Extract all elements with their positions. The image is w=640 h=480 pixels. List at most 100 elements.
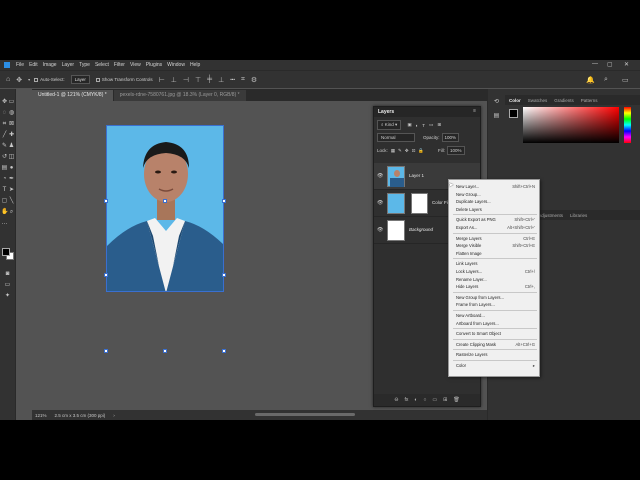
show-transform-checkbox[interactable] [95,77,100,82]
zoom-tool-icon[interactable]: ⌕ [8,209,15,216]
transform-handle[interactable] [163,349,167,353]
eye-icon[interactable]: 👁 [377,200,383,206]
quick-select-tool-icon[interactable]: ◍ [8,110,15,117]
menu-view[interactable]: View [130,62,141,68]
search-icon[interactable]: ⌕ [604,76,608,84]
context-menu-item[interactable]: Merge Visible Shift+Ctrl+E [449,242,541,249]
quick-mask-icon[interactable]: ◙ [4,271,11,278]
context-menu-item[interactable]: Flatten Image [449,250,541,257]
blur-tool-icon[interactable]: ● [8,165,15,172]
layer-name[interactable]: Color Fi [432,200,448,205]
generative-icon[interactable]: ✦ [4,293,11,300]
filter-shape-icon[interactable]: ▭ [429,122,433,128]
lock-all-icon[interactable]: 🔒 [418,148,424,154]
transform-handle[interactable] [104,349,108,353]
tab-swatches[interactable]: Swatches [528,98,548,103]
context-menu-item[interactable]: Delete Layers [449,206,541,213]
chevron-down-icon[interactable]: ▾ [28,77,30,82]
lock-artboard-icon[interactable]: ⊡ [412,148,416,154]
lock-position-icon[interactable]: ✥ [405,148,409,154]
screen-mode-icon[interactable]: ▭ [4,282,11,289]
transform-handle[interactable] [104,199,108,203]
stamp-tool-icon[interactable]: ♟ [8,143,15,150]
context-menu-item[interactable]: Artboard from Layers... [449,320,541,327]
align-middle-icon[interactable]: ╪ [207,76,212,83]
context-menu-item[interactable]: Convert to Smart Object [449,330,541,337]
document-canvas-photo[interactable] [106,125,224,292]
transform-handle[interactable] [222,349,226,353]
type-tool-icon[interactable]: T [1,187,8,194]
menu-image[interactable]: Image [43,62,57,68]
3d-mode-icon[interactable]: ⌗ [241,76,245,84]
move-tool-icon[interactable]: ✥ [1,99,8,106]
comments-icon[interactable]: ▤ [493,113,500,120]
color-picker-field[interactable] [523,107,619,143]
context-menu-item[interactable]: Quick Export as PNG Shift+Ctrl+' [449,216,541,223]
new-layer-icon[interactable]: ⊞ [443,397,447,403]
transform-handle[interactable] [104,273,108,277]
context-menu-item[interactable]: Create Clipping Mask Alt+Ctrl+G [449,341,541,348]
frame-tool-icon[interactable]: ⊠ [8,121,15,128]
auto-select-dropdown[interactable]: Layer [70,75,90,84]
menu-layer[interactable]: Layer [62,62,75,68]
new-group-icon[interactable]: ▭ [432,397,437,403]
ps-logo-icon[interactable] [4,62,10,68]
context-menu-item[interactable]: New Group... [449,191,541,198]
path-select-tool-icon[interactable]: ➤ [8,187,15,194]
align-right-icon[interactable]: ⊣ [183,76,189,84]
menu-filter[interactable]: Filter [114,62,125,68]
align-top-icon[interactable]: ⊤ [195,76,201,84]
hue-slider[interactable] [624,107,631,143]
healing-brush-tool-icon[interactable]: ✚ [8,132,15,139]
zoom-level[interactable]: 121% [35,413,47,418]
horizontal-scrollbar[interactable] [255,413,355,416]
maximize-button[interactable]: ▢ [607,61,613,68]
workspace-icon[interactable]: ▭ [622,76,629,84]
context-menu-item[interactable]: Export As... Alt+Shift+Ctrl+' [449,224,541,231]
layers-panel-title[interactable]: Layers [378,109,394,115]
gradient-tool-icon[interactable]: ▤ [1,165,8,172]
eyedropper-tool-icon[interactable]: ╱ [1,132,8,139]
filter-smart-icon[interactable]: ⊞ [437,122,441,128]
notification-icon[interactable]: 🔔 [586,76,595,84]
eraser-tool-icon[interactable]: ◫ [8,154,15,161]
shape-tool-icon[interactable]: ▢ [1,198,8,205]
tab-untitled[interactable]: Untitled-1 @ 121% (CMYK/8) * [32,90,113,101]
eye-icon[interactable]: 👁 [377,227,383,233]
artboard-tool-icon[interactable]: ▭ [8,99,15,106]
context-menu-item[interactable]: Color ▸ [449,362,541,369]
context-menu-item[interactable]: Rename Layer... [449,276,541,283]
history-brush-tool-icon[interactable]: ↺ [1,154,8,161]
lock-transparent-icon[interactable]: ▦ [391,148,395,154]
tab-pexels[interactable]: pexels-rdne-7580761.jpg @ 18.3% (Layer 0… [113,90,246,101]
layer-name[interactable]: Background [409,227,433,232]
auto-select-checkbox[interactable] [34,77,39,82]
fill-input[interactable]: 100% [446,146,465,155]
lock-pixels-icon[interactable]: ✎ [398,148,402,154]
menu-help[interactable]: Help [190,62,200,68]
home-icon[interactable]: ⌂ [6,76,10,83]
context-menu-item[interactable]: Hide Layers Ctrl+, [449,283,541,290]
tab-libraries[interactable]: Libraries [570,213,587,218]
transform-handle[interactable] [163,199,167,203]
menu-window[interactable]: Window [167,62,185,68]
filter-adjust-icon[interactable]: ◐ [416,123,419,128]
dodge-tool-icon[interactable]: ◔ [1,176,8,183]
settings-icon[interactable]: ⚙ [251,76,257,84]
adjustment-layer-icon[interactable]: ◐ [414,397,417,403]
lasso-tool-icon[interactable]: ◌ [1,110,8,117]
context-menu-item[interactable]: New Group from Layers... [449,294,541,301]
tab-adjustments[interactable]: Adjustments [538,213,563,218]
close-button[interactable]: ✕ [624,61,629,68]
align-bottom-icon[interactable]: ⊥ [218,76,224,84]
layer-name[interactable]: Layer 1 [409,173,424,178]
menu-edit[interactable]: Edit [29,62,38,68]
delete-layer-icon[interactable]: 🗑 [453,397,459,403]
context-menu-item[interactable]: Rasterize Layers [449,351,541,358]
menu-select[interactable]: Select [95,62,109,68]
align-left-icon[interactable]: ⊢ [159,76,165,84]
context-menu-item[interactable]: Merge Layers Ctrl+E [449,235,541,242]
status-menu-arrow[interactable]: › [113,413,115,418]
more-tools-icon[interactable]: … [1,220,8,227]
tab-color[interactable]: Color [509,98,521,103]
